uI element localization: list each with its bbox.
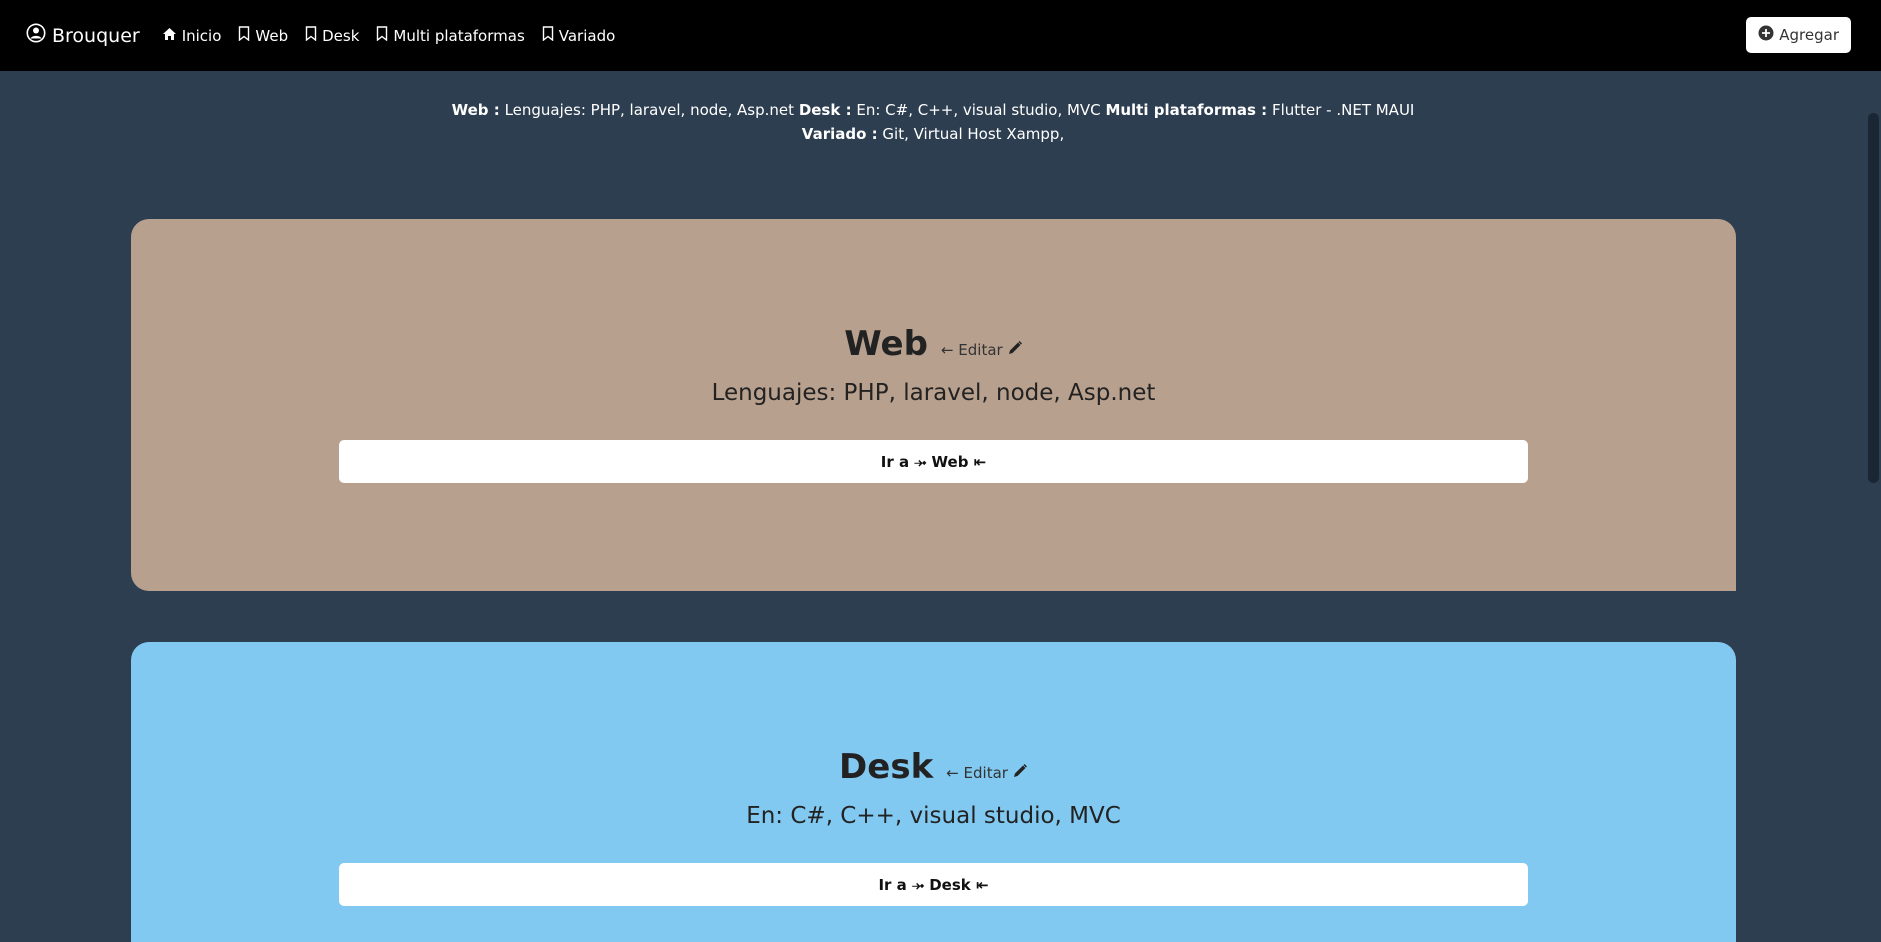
bookmark-icon bbox=[376, 26, 393, 45]
summary-variado-label: Variado : bbox=[801, 125, 878, 143]
goto-desk-button[interactable]: Ir a ⤞ Desk ⇤ bbox=[339, 863, 1528, 906]
summary-multi-label: Multi plataformas : bbox=[1105, 101, 1268, 119]
card-title-row: Desk ← Editar bbox=[131, 747, 1736, 787]
summary-multi-text: Flutter - .NET MAUI bbox=[1271, 101, 1415, 119]
bookmark-icon bbox=[238, 26, 255, 45]
nav-multi-plataformas[interactable]: Multi plataformas bbox=[376, 26, 525, 45]
navbar: Brouquer Inicio Web Desk Multi plataform… bbox=[0, 0, 1881, 71]
edit-link[interactable]: ← Editar bbox=[941, 340, 1023, 360]
card-title: Web bbox=[844, 324, 928, 364]
card-title-row: Web ← Editar bbox=[131, 324, 1736, 364]
brand-link[interactable]: Brouquer bbox=[26, 23, 140, 48]
card-description: En: C#, C++, visual studio, MVC bbox=[746, 803, 1121, 829]
nav-variado[interactable]: Variado bbox=[542, 26, 616, 45]
nav-desk[interactable]: Desk bbox=[305, 26, 359, 45]
nav-inicio-label: Inicio bbox=[181, 26, 222, 45]
add-button-label: Agregar bbox=[1779, 26, 1839, 44]
card-description: Lenguajes: PHP, laravel, node, Asp.net bbox=[711, 380, 1156, 406]
summary-variado-text: Git, Virtual Host Xampp, bbox=[882, 125, 1065, 143]
bookmark-icon bbox=[305, 26, 322, 45]
summary-desk-label: Desk : bbox=[798, 101, 852, 119]
nav-web[interactable]: Web bbox=[238, 26, 288, 45]
summary-web-text: Lenguajes: PHP, laravel, node, Asp.net bbox=[504, 101, 795, 119]
edit-label: ← Editar bbox=[946, 764, 1008, 782]
edit-label: ← Editar bbox=[940, 341, 1003, 359]
goto-web-button[interactable]: Ir a ⤞ Web ⇤ bbox=[339, 440, 1528, 483]
pencil-icon bbox=[1003, 340, 1023, 360]
nav-multi-plataformas-label: Multi plataformas bbox=[393, 26, 525, 45]
card-title: Desk bbox=[839, 747, 934, 787]
nav-inicio[interactable]: Inicio bbox=[162, 26, 222, 45]
nav-web-label: Web bbox=[255, 26, 289, 45]
summary-desk-text: En: C#, C++, visual studio, MVC bbox=[856, 101, 1101, 119]
nav-desk-label: Desk bbox=[322, 26, 360, 45]
edit-link[interactable]: ← Editar bbox=[946, 763, 1028, 783]
nav-variado-label: Variado bbox=[558, 26, 616, 45]
category-summary: Web : Lenguajes: PHP, laravel, node, Asp… bbox=[0, 98, 1866, 146]
brand-label: Brouquer bbox=[52, 24, 140, 47]
add-button[interactable]: Agregar bbox=[1746, 17, 1851, 53]
bookmark-icon bbox=[542, 26, 559, 45]
scrollbar-thumb[interactable] bbox=[1868, 113, 1879, 483]
card-web: Web ← Editar Lenguajes: PHP, laravel, no… bbox=[131, 219, 1736, 591]
summary-web-label: Web : bbox=[451, 101, 500, 119]
summary-line-2: Variado : Git, Virtual Host Xampp, bbox=[0, 122, 1866, 146]
pencil-icon bbox=[1008, 763, 1028, 783]
house-icon bbox=[162, 27, 182, 45]
summary-line-1: Web : Lenguajes: PHP, laravel, node, Asp… bbox=[0, 98, 1866, 122]
card-desk: Desk ← Editar En: C#, C++, visual studio… bbox=[131, 642, 1736, 942]
plus-circle-icon bbox=[1758, 25, 1779, 45]
person-circle-icon bbox=[26, 23, 52, 48]
